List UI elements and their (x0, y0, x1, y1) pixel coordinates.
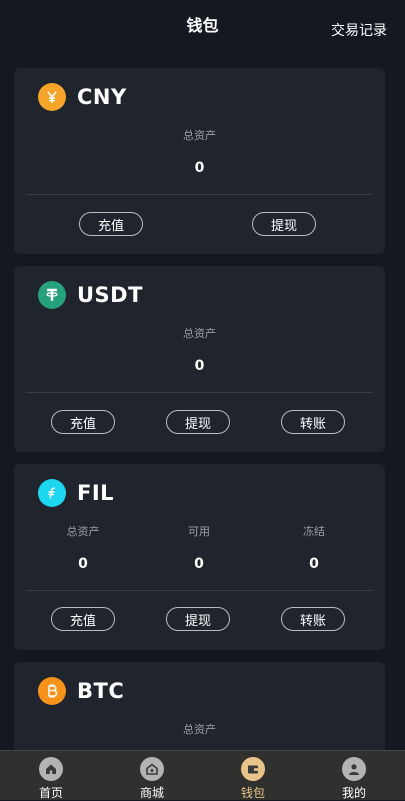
withdraw-button[interactable]: 提现 (166, 410, 230, 434)
total-assets-label: 总资产 (66, 525, 100, 538)
user-icon (342, 757, 366, 781)
wallet-card-cny: CNY 总资产 0 充值 提现 (14, 68, 385, 254)
shop-icon (140, 757, 164, 781)
withdraw-button[interactable]: 提现 (166, 607, 230, 631)
coin-name: CNY (77, 85, 127, 109)
total-assets-label: 总资产 (183, 327, 216, 340)
available-value: 0 (194, 556, 204, 572)
deposit-button[interactable]: 充值 (51, 410, 115, 434)
deposit-button[interactable]: 充值 (51, 607, 115, 631)
withdraw-button[interactable]: 提现 (252, 212, 316, 236)
tab-home[interactable]: 首页 (11, 751, 91, 800)
coin-name: FIL (77, 481, 115, 505)
divider (26, 194, 373, 195)
wallet-icon (241, 757, 265, 781)
coin-header: BTC (38, 676, 124, 706)
bitcoin-icon (38, 677, 66, 705)
top-bar: 钱包 交易记录 (0, 0, 405, 50)
coin-name: BTC (77, 679, 125, 703)
transaction-records-link[interactable]: 交易记录 (331, 20, 387, 40)
divider (26, 392, 373, 393)
total-assets-value: 0 (194, 358, 205, 374)
frozen-value: 0 (309, 556, 319, 572)
filecoin-icon (38, 479, 66, 507)
total-assets-label: 总资产 (183, 723, 216, 736)
home-icon (39, 757, 63, 781)
yuan-icon (38, 83, 66, 111)
tether-icon (38, 281, 66, 309)
tab-shop[interactable]: 商城 (112, 751, 192, 800)
transfer-button[interactable]: 转账 (281, 410, 345, 434)
wallet-card-usdt: USDT 总资产 0 充值 提现 转账 (14, 266, 385, 452)
available-label: 可用 (188, 525, 210, 538)
tab-label: 我的 (341, 786, 366, 800)
total-assets-value: 0 (78, 556, 88, 572)
total-assets-value: 0 (194, 160, 205, 176)
tab-mine[interactable]: 我的 (314, 751, 394, 800)
tab-wallet[interactable]: 钱包 (213, 751, 293, 800)
transfer-button[interactable]: 转账 (281, 607, 345, 631)
coin-header: USDT (38, 280, 143, 310)
coin-header: FIL (38, 478, 114, 508)
total-assets-label: 总资产 (183, 129, 216, 142)
coin-header: CNY (38, 82, 127, 112)
tab-label: 钱包 (240, 786, 265, 800)
frozen-label: 冻结 (303, 525, 325, 538)
divider (26, 590, 373, 591)
tab-label: 首页 (38, 786, 63, 800)
coin-name: USDT (77, 283, 143, 307)
wallet-card-fil: FIL 总资产 0 可用 0 冻结 0 充值 提现 转账 (14, 464, 385, 650)
bottom-tab-bar: 首页 商城 钱包 我的 (0, 750, 405, 800)
tab-label: 商城 (139, 786, 164, 800)
deposit-button[interactable]: 充值 (79, 212, 143, 236)
